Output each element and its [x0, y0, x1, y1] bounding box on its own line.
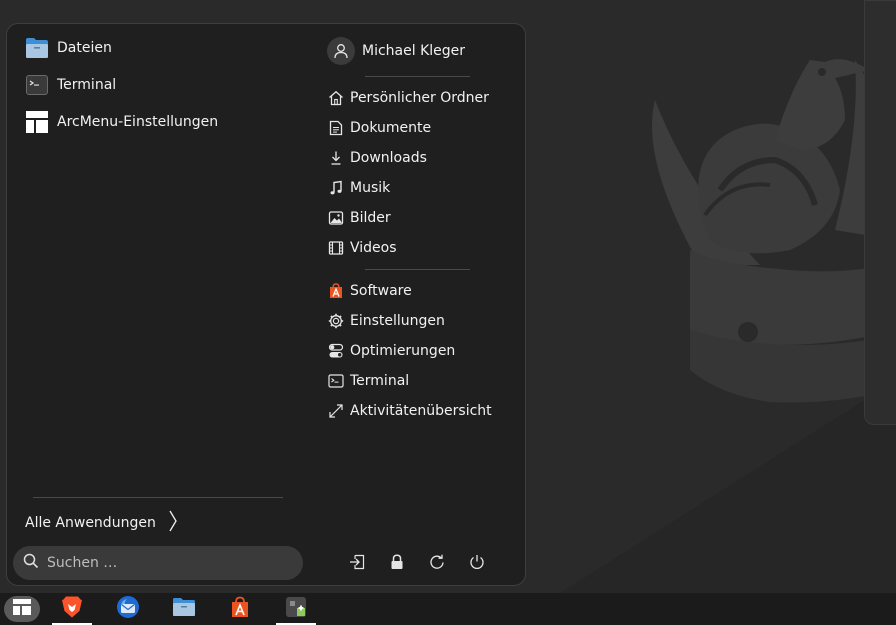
arcmenu-layout-icon — [12, 598, 32, 620]
user-avatar-icon — [327, 37, 355, 65]
taskbar — [0, 593, 896, 625]
home-icon — [327, 89, 345, 107]
power-off-button[interactable] — [465, 552, 489, 576]
place-label: Persönlicher Ordner — [350, 90, 489, 106]
restart-button[interactable] — [425, 552, 449, 576]
place-label: Musik — [350, 180, 391, 196]
shortcut-label: Aktivitätenübersicht — [350, 403, 492, 419]
shortcut-tweaks[interactable]: Optimierungen — [327, 339, 455, 363]
tweaks-toggle-icon — [327, 342, 345, 360]
search-input[interactable] — [47, 555, 277, 571]
app-label: Dateien — [57, 40, 112, 56]
taskbar-arcmenu-button[interactable] — [2, 593, 42, 625]
all-applications-label: Alle Anwendungen — [25, 515, 156, 531]
taskbar-extension-manager[interactable] — [276, 593, 316, 625]
terminal-icon — [25, 73, 49, 97]
place-label: Dokumente — [350, 120, 432, 136]
taskbar-thunderbird[interactable] — [108, 593, 148, 625]
place-label: Downloads — [350, 150, 427, 166]
shortcut-label: Software — [350, 283, 412, 299]
place-documents[interactable]: Dokumente — [327, 116, 431, 140]
chevron-right-icon — [168, 510, 178, 536]
logout-icon — [349, 554, 365, 574]
user-account-button[interactable]: Michael Kleger — [327, 36, 465, 66]
place-music[interactable]: Musik — [327, 176, 390, 200]
puzzle-icon — [284, 595, 308, 623]
all-applications-button[interactable]: Alle Anwendungen — [25, 509, 178, 537]
shortcut-activities-overview[interactable]: Aktivitätenübersicht — [327, 399, 492, 423]
search-icon — [23, 553, 39, 573]
lock-icon — [390, 554, 404, 574]
taskbar-files[interactable] — [164, 593, 204, 625]
download-icon — [327, 149, 345, 167]
arcmenu-popup: Dateien Terminal ArcMenu-Einstellungen A… — [6, 23, 526, 586]
divider — [365, 269, 470, 270]
arcmenu-layout-icon — [25, 110, 49, 134]
music-icon — [327, 179, 345, 197]
brave-lion-icon — [61, 595, 83, 623]
software-store-icon — [327, 282, 345, 300]
document-icon — [327, 119, 345, 137]
image-icon — [327, 209, 345, 227]
divider — [365, 76, 470, 77]
restart-icon — [429, 554, 445, 574]
shortcut-terminal[interactable]: Terminal — [327, 369, 409, 393]
logout-button[interactable] — [345, 552, 369, 576]
files-folder-icon — [25, 36, 49, 60]
shortcut-label: Optimierungen — [350, 343, 456, 359]
app-label: Terminal — [57, 77, 117, 93]
settings-gear-icon — [327, 312, 345, 330]
background-window-edge — [864, 0, 896, 425]
shortcut-settings[interactable]: Einstellungen — [327, 309, 445, 333]
lock-button[interactable] — [385, 552, 409, 576]
software-store-icon — [230, 596, 250, 622]
place-downloads[interactable]: Downloads — [327, 146, 427, 170]
shortcut-label: Einstellungen — [350, 313, 445, 329]
shortcut-software[interactable]: Software — [327, 279, 412, 303]
terminal-icon — [327, 372, 345, 390]
search-field[interactable] — [13, 546, 303, 580]
files-folder-icon — [172, 597, 196, 621]
app-item-arcmenu-settings[interactable]: ArcMenu-Einstellungen — [25, 108, 218, 136]
power-icon — [469, 554, 485, 574]
user-name: Michael Kleger — [362, 43, 466, 59]
expand-arrows-icon — [327, 402, 345, 420]
taskbar-software[interactable] — [220, 593, 260, 625]
place-label: Bilder — [350, 210, 391, 226]
thunderbird-icon — [116, 595, 140, 623]
place-videos[interactable]: Videos — [327, 236, 397, 260]
app-label: ArcMenu-Einstellungen — [57, 114, 219, 130]
place-label: Videos — [350, 240, 397, 256]
divider — [33, 497, 283, 498]
app-item-files[interactable]: Dateien — [25, 34, 112, 62]
shortcut-label: Terminal — [350, 373, 410, 389]
film-icon — [327, 239, 345, 257]
place-home[interactable]: Persönlicher Ordner — [327, 86, 489, 110]
app-item-terminal[interactable]: Terminal — [25, 71, 116, 99]
taskbar-brave-browser[interactable] — [52, 593, 92, 625]
place-pictures[interactable]: Bilder — [327, 206, 391, 230]
